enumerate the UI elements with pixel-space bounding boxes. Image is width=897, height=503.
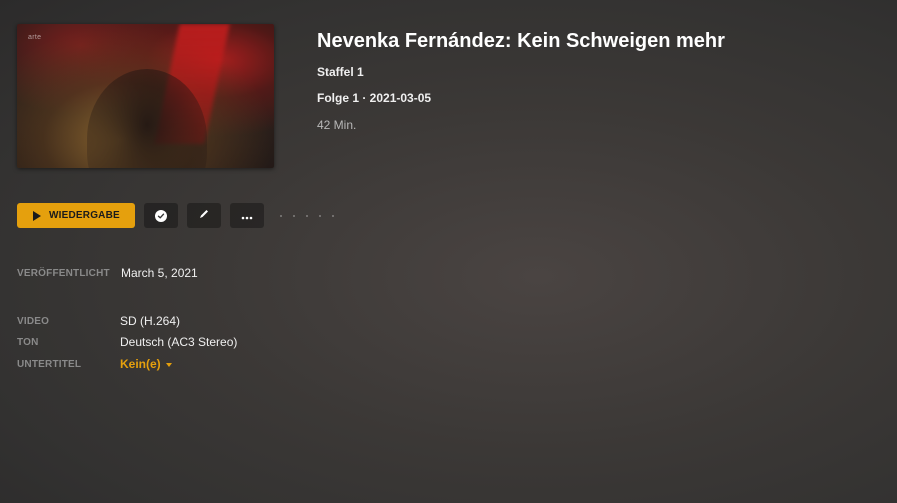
play-icon [33,210,41,221]
audio-label: TON [17,337,39,348]
ellipsis-icon [241,207,253,225]
channel-watermark: arte [28,34,42,41]
check-circle-icon [155,209,167,222]
action-toolbar: WIEDERGABE [17,203,345,228]
more-button[interactable] [230,203,264,228]
video-label: VIDEO [17,316,50,327]
mark-watched-button[interactable] [144,203,178,228]
episode-info: Folge 1 · 2021-03-05 [317,91,432,105]
duration: 42 Min. [317,118,357,132]
episode-title: Nevenka Fernández: Kein Schweigen mehr [317,30,725,52]
audio-value: Deutsch (AC3 Stereo) [120,335,238,349]
video-value: SD (H.264) [120,314,181,328]
chevron-down-icon [165,362,172,367]
subtitles-dropdown[interactable]: Kein(e) [120,357,172,371]
subtitles-label: UNTERTITEL [17,359,82,370]
episode-thumbnail[interactable]: arte [17,24,274,168]
play-button-label: WIEDERGABE [49,210,120,221]
released-label: VERÖFFENTLICHT [17,268,110,279]
subtitles-value: Kein(e) [120,357,161,371]
loading-dots-icon [280,214,345,217]
edit-button[interactable] [187,203,221,228]
pencil-icon [198,207,210,225]
play-button[interactable]: WIEDERGABE [17,203,135,228]
season-link[interactable]: Staffel 1 [317,65,364,79]
released-value: March 5, 2021 [121,266,198,280]
